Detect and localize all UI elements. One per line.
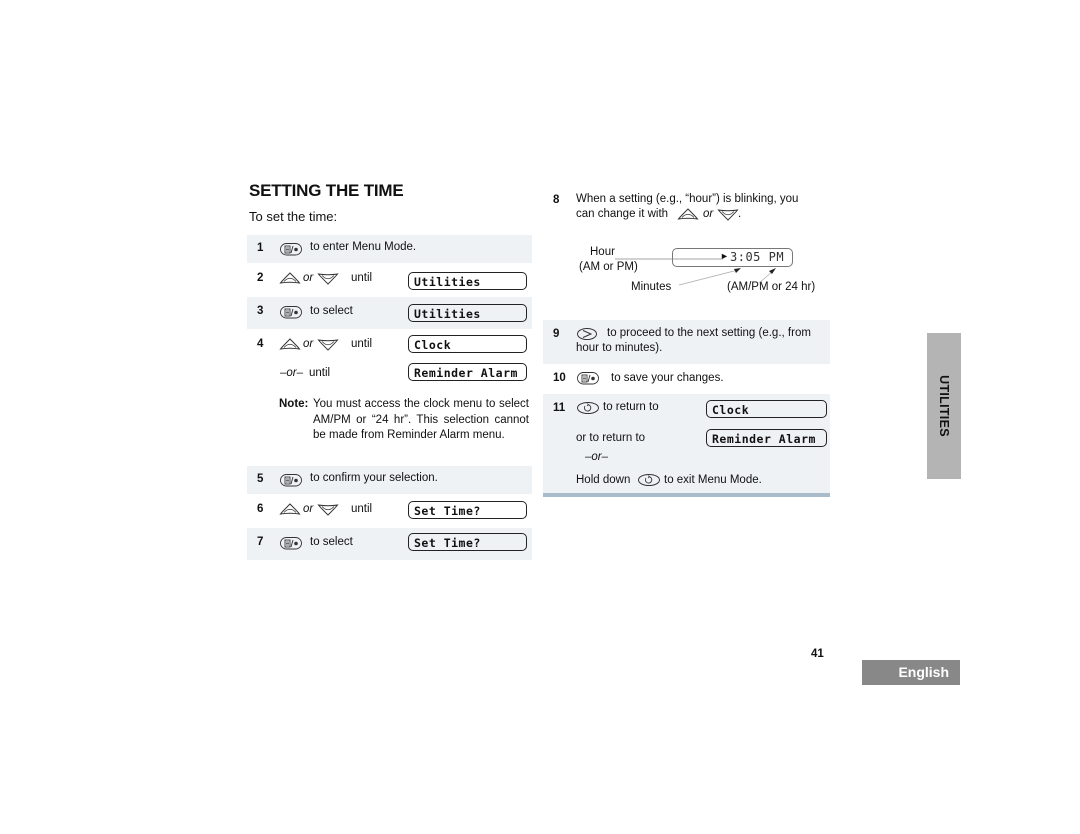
step-text: until (351, 338, 373, 350)
menu-select-key-icon (280, 474, 302, 487)
step-number: 6 (257, 503, 264, 515)
lcd-display-alt: Reminder Alarm (706, 429, 827, 447)
callout-lines (615, 258, 776, 286)
step-alt-text: until (309, 367, 331, 379)
lcd-display: Clock (408, 335, 527, 353)
step-text-line1: to proceed to the next setting (e.g., fr… (607, 327, 811, 339)
step-number: 7 (257, 536, 264, 548)
page-subtitle: To set the time: (249, 209, 338, 224)
step-2-row: 2 or until Utilities (247, 263, 532, 297)
step-1-row: 1 to enter Menu Mode. (247, 235, 532, 263)
or-text: or (303, 272, 314, 284)
hold-prefix: Hold down (576, 474, 631, 486)
step-11-row: 11 to return to Clock or to return to Re… (543, 394, 830, 493)
lcd-display: Set Time? (408, 533, 527, 551)
clock-diagram: Hour (AM or PM) Minutes (AM/PM or 24 hr)… (543, 188, 830, 320)
scroll-up-key-icon (279, 337, 301, 351)
section-divider (543, 493, 830, 497)
note-body: You must access the clock menu to select… (313, 398, 529, 441)
scroll-up-key-icon (279, 271, 301, 285)
hold-suffix: to exit Menu Mode. (664, 474, 762, 486)
lcd-display: Utilities (408, 304, 527, 322)
menu-select-key-icon (280, 537, 302, 550)
or-text: or (303, 503, 314, 515)
scroll-down-key-icon (317, 503, 339, 517)
scroll-down-key-icon (317, 338, 339, 352)
step-number: 4 (257, 338, 264, 350)
step-number: 2 (257, 272, 264, 284)
section-tab-utilities[interactable]: UTILITIES (927, 333, 961, 479)
menu-select-key-icon (280, 243, 302, 256)
step-number: 9 (553, 328, 560, 340)
menu-select-key-icon (280, 306, 302, 319)
step-text: to enter Menu Mode. (310, 241, 417, 253)
page-number: 41 (811, 648, 824, 660)
step-3-row: 3 to select Utilities (247, 297, 532, 329)
back-exit-key-icon (637, 473, 661, 487)
step-text: to save your changes. (611, 372, 724, 384)
step-text: to select (310, 305, 353, 317)
lcd-display: Clock (706, 400, 827, 418)
step-text: to select (310, 536, 353, 548)
step-text: until (351, 272, 373, 284)
lcd-display: Set Time? (408, 501, 527, 519)
right-arrow-key-icon (576, 327, 598, 341)
menu-select-key-icon (577, 372, 599, 385)
step-number: 10 (553, 372, 566, 384)
language-tab-english[interactable]: English (862, 660, 960, 685)
scroll-up-key-icon (279, 502, 301, 516)
or-text: or (303, 338, 314, 350)
step-6-row: 6 or until Set Time? (247, 494, 532, 528)
step-text: until (351, 503, 373, 515)
section-tab-label: UTILITIES (937, 375, 951, 437)
step-text-line2: hour to minutes). (576, 342, 663, 354)
step-8-row: 8 When a setting (e.g., “hour”) is blink… (543, 188, 830, 320)
lcd-display: Utilities (408, 272, 527, 290)
language-tab-label: English (898, 664, 949, 680)
step-number: 5 (257, 473, 264, 485)
back-exit-key-icon (576, 401, 600, 415)
step-text: to return to (603, 401, 659, 413)
step-number: 11 (553, 402, 566, 414)
step-10-row: 10 to save your changes. (543, 364, 830, 394)
step-5-row: 5 to confirm your selection. (247, 466, 532, 494)
page-title: SETTING THE TIME (249, 181, 404, 200)
step-alt-text: or to return to (576, 432, 646, 444)
lcd-display-alt: Reminder Alarm (408, 363, 527, 381)
note-block: Note: You must access the clock menu to … (279, 397, 529, 444)
step-number: 1 (257, 242, 264, 254)
or-separator: –or– (585, 451, 609, 463)
scroll-down-key-icon (317, 272, 339, 286)
step-number: 3 (257, 305, 264, 317)
note-label: Note: (279, 398, 309, 410)
step-9-row: 9 to proceed to the next setting (e.g., … (543, 320, 830, 364)
or-separator: –or– (280, 367, 304, 379)
step-7-row: 7 to select Set Time? (247, 528, 532, 560)
step-text: to confirm your selection. (310, 472, 438, 484)
